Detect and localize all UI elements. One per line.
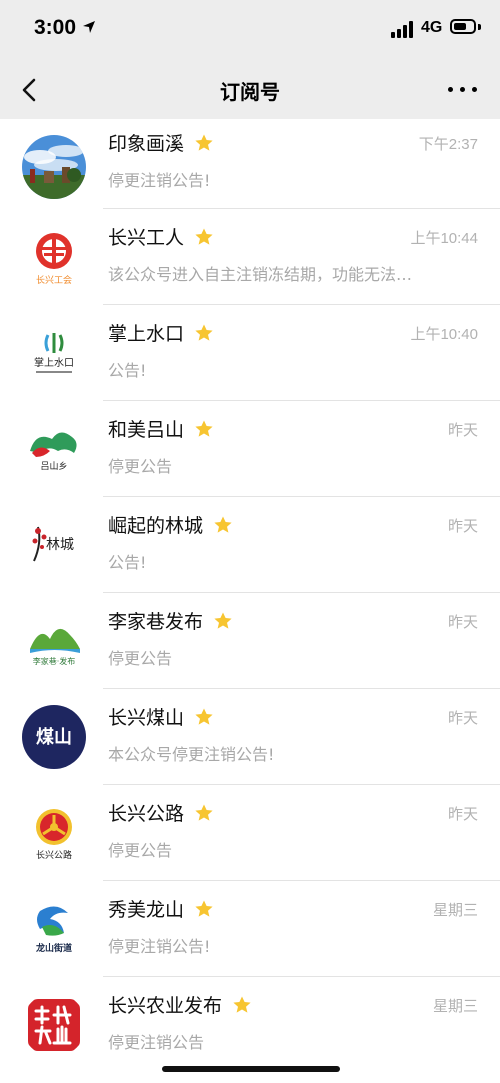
- list-item[interactable]: 李家巷·发布 李家巷发布 昨天 停更公告: [0, 593, 500, 689]
- star-icon: [195, 420, 213, 437]
- timestamp: 昨天: [447, 806, 478, 823]
- star-icon: [195, 134, 213, 151]
- list-item[interactable]: 掌上水口 掌上水口 上午10:40 公告!: [0, 305, 500, 401]
- account-name: 长兴工人: [108, 227, 185, 249]
- message-summary: 停更注销公告!: [108, 171, 211, 190]
- lijiaxiang-logo-icon: 李家巷·发布: [22, 609, 86, 673]
- name-row: 掌上水口: [108, 319, 214, 346]
- avatar-text: 龙山街道: [35, 942, 72, 954]
- list-item[interactable]: 长兴公路 长兴公路 昨天 停更公告: [0, 785, 500, 881]
- timestamp: 昨天: [447, 710, 478, 727]
- star-icon: [214, 516, 232, 533]
- home-indicator[interactable]: [162, 1066, 340, 1072]
- nav-bar: 订阅号: [0, 62, 500, 119]
- account-name: 和美吕山: [108, 419, 185, 441]
- shuikou-logo-icon: 掌上水口: [22, 321, 86, 385]
- star-icon: [195, 228, 213, 245]
- labor-union-logo-icon: 长兴工会: [22, 225, 86, 289]
- message-summary: 停更公告: [108, 841, 173, 860]
- timestamp: 上午10:44: [410, 230, 478, 247]
- star-icon: [214, 612, 232, 629]
- account-name: 崛起的林城: [108, 515, 204, 537]
- timestamp: 昨天: [447, 422, 478, 439]
- star-icon: [233, 996, 251, 1013]
- timestamp: 昨天: [447, 614, 478, 631]
- message-summary: 公告!: [108, 553, 147, 572]
- avatar-text: 长兴公路: [36, 849, 72, 861]
- more-options-icon[interactable]: [446, 82, 480, 96]
- star-icon: [195, 708, 213, 725]
- name-row: 长兴公路: [108, 799, 214, 826]
- lincheng-logo-icon: 林城: [22, 513, 86, 577]
- subscription-list: 印象画溪 下午2:37 停更注销公告! 长兴工会 长兴工人 上午10:44 该公…: [0, 119, 500, 1073]
- account-name: 长兴煤山: [108, 707, 185, 729]
- location-arrow-icon: [83, 21, 95, 33]
- list-item[interactable]: 长兴农业发布 星期三 停更注销公告: [0, 977, 500, 1073]
- account-name: 李家巷发布: [108, 611, 204, 633]
- message-summary: 停更注销公告!: [108, 937, 211, 956]
- name-row: 长兴工人: [108, 223, 214, 250]
- list-item[interactable]: 吕山乡 和美吕山 昨天 停更公告: [0, 401, 500, 497]
- meishan-logo-icon: 煤山: [22, 705, 86, 769]
- name-row: 长兴煤山: [108, 703, 214, 730]
- message-summary: 该公众号进入自主注销冻结期，功能无法…: [108, 265, 413, 284]
- avatar-text: 吕山乡: [40, 461, 67, 472]
- name-row: 印象画溪: [108, 129, 214, 156]
- lushan-logo-icon: 吕山乡: [22, 417, 86, 481]
- timestamp: 下午2:37: [418, 136, 478, 153]
- star-icon: [195, 900, 213, 917]
- message-summary: 停更注销公告: [108, 1033, 205, 1052]
- account-name: 掌上水口: [108, 323, 185, 345]
- name-row: 长兴农业发布: [108, 991, 252, 1018]
- timestamp: 星期三: [432, 998, 478, 1015]
- account-name: 长兴公路: [108, 803, 185, 825]
- name-row: 崛起的林城: [108, 511, 233, 538]
- avatar-text: 李家巷·发布: [33, 656, 76, 666]
- cellular-signal-icon: [391, 20, 415, 38]
- timestamp: 星期三: [432, 902, 478, 919]
- message-summary: 公告!: [108, 361, 147, 380]
- landscape-photo-icon: [22, 135, 86, 199]
- timestamp: 昨天: [447, 518, 478, 535]
- status-time: 3:00: [34, 16, 77, 39]
- account-name: 印象画溪: [108, 133, 185, 155]
- message-summary: 停更公告: [108, 649, 173, 668]
- name-row: 李家巷发布: [108, 607, 233, 634]
- agriculture-seal-icon: [22, 993, 86, 1057]
- name-row: 和美吕山: [108, 415, 214, 442]
- name-row: 秀美龙山: [108, 895, 214, 922]
- avatar-text: 掌上水口: [34, 357, 74, 369]
- battery-tip: [478, 24, 481, 30]
- list-item[interactable]: 龙山街道 秀美龙山 星期三 停更注销公告!: [0, 881, 500, 977]
- avatar-text: 长兴工会: [36, 274, 72, 286]
- battery-icon: [450, 19, 476, 34]
- timestamp: 上午10:40: [410, 326, 478, 343]
- message-summary: 停更公告: [108, 457, 173, 476]
- page-title: 订阅号: [220, 80, 280, 104]
- longshan-logo-icon: 龙山街道: [22, 897, 86, 961]
- status-bar: 3:00 4G: [0, 0, 500, 62]
- highway-logo-icon: 长兴公路: [22, 801, 86, 865]
- network-label: 4G: [421, 19, 443, 36]
- message-summary: 本公众号停更注销公告!: [108, 745, 275, 764]
- list-item[interactable]: 长兴工会 长兴工人 上午10:44 该公众号进入自主注销冻结期，功能无法…: [0, 209, 500, 305]
- account-name: 秀美龙山: [108, 899, 185, 921]
- star-icon: [195, 804, 213, 821]
- list-item[interactable]: 煤山 长兴煤山 昨天 本公众号停更注销公告!: [0, 689, 500, 785]
- account-name: 长兴农业发布: [108, 995, 223, 1017]
- star-icon: [195, 324, 213, 341]
- list-item[interactable]: 林城 崛起的林城 昨天 公告!: [0, 497, 500, 593]
- avatar-text: 林城: [46, 537, 74, 553]
- list-item[interactable]: 印象画溪 下午2:37 停更注销公告!: [0, 119, 500, 209]
- avatar-text: 煤山: [36, 726, 72, 748]
